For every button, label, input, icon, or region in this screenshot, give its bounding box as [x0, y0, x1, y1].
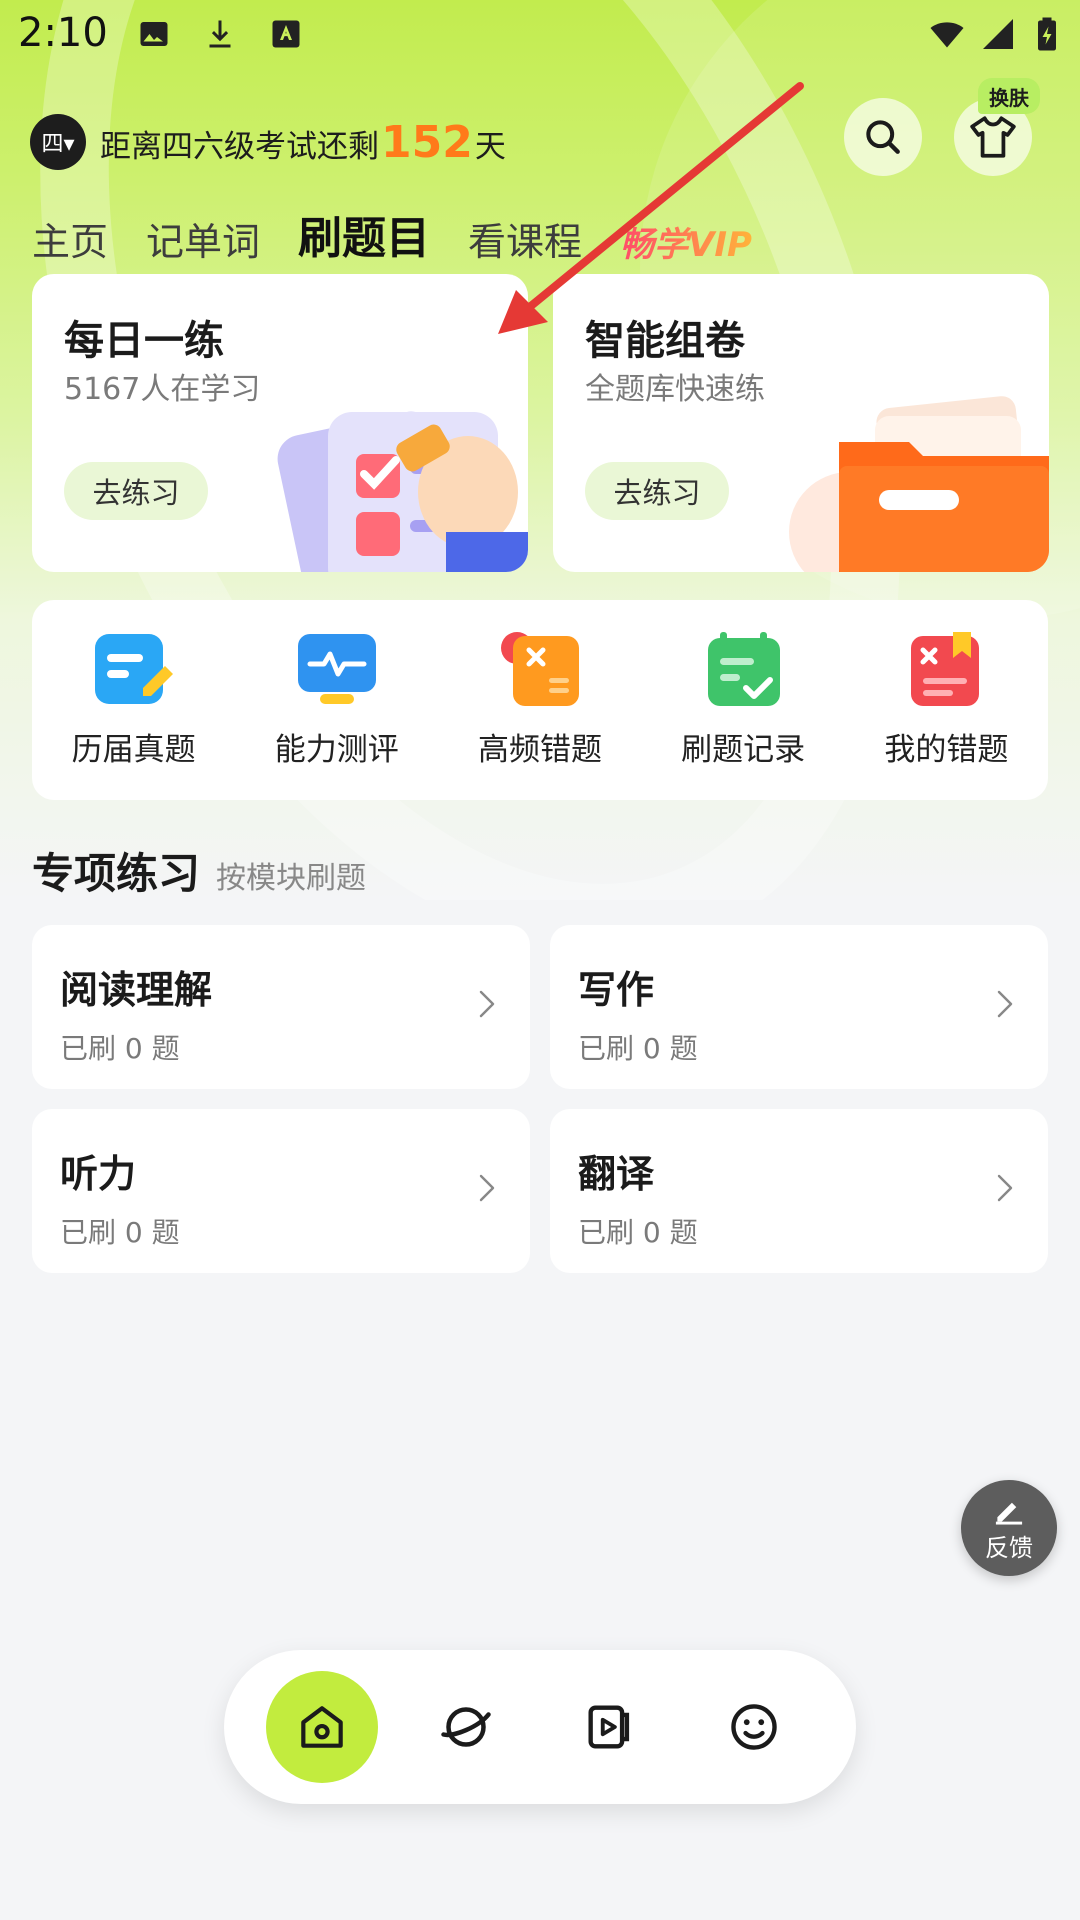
status-bar: 2:10 [0, 0, 1080, 72]
frequent-mistakes-icon [500, 631, 579, 706]
countdown-text: 距离四六级考试还剩 152 天 [100, 117, 506, 168]
quick-label: 我的错题 [884, 731, 1009, 768]
card-subtitle: 全题库快速练 [585, 372, 765, 407]
level-selector[interactable]: 四▾ [30, 114, 86, 170]
nav-home[interactable] [266, 1671, 378, 1783]
smart-paper-card[interactable]: 智能组卷 全题库快速练 去练习 [553, 274, 1049, 572]
image-icon [140, 22, 168, 46]
planet-icon [441, 1707, 491, 1747]
tab-home[interactable]: 主页 [32, 211, 108, 266]
skin-tag[interactable]: 换肤 [978, 78, 1040, 114]
chevron-right-icon [997, 1174, 1013, 1202]
exam-paper-icon [94, 633, 173, 704]
section-title: 专项练习 [32, 849, 201, 898]
feedback-label: 反馈 [985, 1533, 1033, 1562]
quick-label: 高频错题 [477, 731, 602, 768]
module-status: 已刷 0 题 [60, 1032, 180, 1065]
countdown-prefix: 距离四六级考试还剩 [100, 128, 379, 165]
module-status: 已刷 0 题 [578, 1032, 698, 1065]
quick-frequent-mistakes[interactable]: 高频错题 [445, 631, 635, 769]
quick-practice-record[interactable]: 刷题记录 [648, 631, 838, 769]
download-icon [209, 20, 231, 48]
module-writing[interactable]: 写作 已刷 0 题 [550, 925, 1048, 1089]
battery-icon [1038, 17, 1056, 51]
feedback-button[interactable]: 反馈 [961, 1480, 1057, 1576]
section-header: 专项练习 按模块刷题 [32, 840, 366, 901]
tab-courses[interactable]: 看课程 [468, 211, 582, 266]
home-icon [301, 1706, 343, 1748]
module-title: 听力 [60, 1152, 137, 1196]
tab-vocabulary[interactable]: 记单词 [146, 211, 260, 266]
mistake-book-icon [911, 631, 980, 706]
quick-ability-test[interactable]: 能力测评 [242, 632, 432, 769]
bottom-navigation [224, 1650, 856, 1804]
search-icon [866, 120, 900, 154]
countdown-days: 152 [381, 116, 473, 168]
countdown-suffix: 天 [474, 128, 506, 165]
quick-past-exams[interactable]: 历届真题 [39, 632, 229, 769]
chevron-right-icon [479, 990, 495, 1018]
module-translation[interactable]: 翻译 已刷 0 题 [550, 1109, 1048, 1273]
section-subtitle: 按模块刷题 [216, 861, 367, 896]
tab-practice[interactable]: 刷题目 [298, 202, 430, 266]
folder-illustration [789, 396, 1049, 572]
module-listening[interactable]: 听力 已刷 0 题 [32, 1109, 530, 1273]
monitor-pulse-icon [297, 633, 376, 704]
module-status: 已刷 0 题 [60, 1216, 180, 1249]
top-tabs: 主页 记单词 刷题目 看课程 畅学VIP [32, 204, 790, 266]
go-practice-button[interactable]: 去练习 [64, 462, 208, 520]
quick-label: 能力测评 [274, 731, 399, 768]
module-title: 阅读理解 [60, 968, 213, 1012]
quick-label: 历届真题 [71, 731, 196, 768]
exam-countdown: 四▾ 距离四六级考试还剩 152 天 [30, 112, 506, 172]
search-button[interactable] [844, 98, 922, 176]
module-reading[interactable]: 阅读理解 已刷 0 题 [32, 925, 530, 1089]
quick-label: 刷题记录 [681, 731, 806, 768]
module-status: 已刷 0 题 [578, 1216, 698, 1249]
module-title: 翻译 [578, 1152, 655, 1196]
nav-videos[interactable] [554, 1671, 666, 1783]
nav-discover[interactable] [410, 1671, 522, 1783]
quick-my-mistakes[interactable]: 我的错题 [851, 631, 1041, 769]
smiley-icon [731, 1704, 777, 1750]
wifi-icon [930, 22, 964, 48]
quick-access-bar: 历届真题 能力测评 高频错题 刷题记录 我的错题 [32, 600, 1048, 800]
go-practice-button[interactable]: 去练习 [585, 462, 729, 520]
tab-vip[interactable]: 畅学VIP [620, 217, 752, 266]
card-title: 智能组卷 [585, 318, 745, 364]
status-time: 2:10 [18, 10, 108, 56]
daily-practice-card[interactable]: 每日一练 5167人在学习 去练习 [32, 274, 528, 572]
checklist-illustration [277, 411, 528, 572]
tshirt-icon [970, 116, 1016, 158]
nav-profile[interactable] [698, 1671, 810, 1783]
calendar-check-icon [708, 631, 781, 706]
chevron-right-icon [479, 1174, 495, 1202]
card-title: 每日一练 [64, 318, 224, 364]
video-card-icon [588, 1705, 630, 1749]
text-a-icon [272, 20, 300, 48]
module-title: 写作 [578, 968, 655, 1012]
card-subtitle: 5167人在学习 [64, 372, 261, 407]
signal-icon [983, 19, 1013, 49]
chevron-right-icon [997, 990, 1013, 1018]
pencil-icon [995, 1502, 1023, 1525]
